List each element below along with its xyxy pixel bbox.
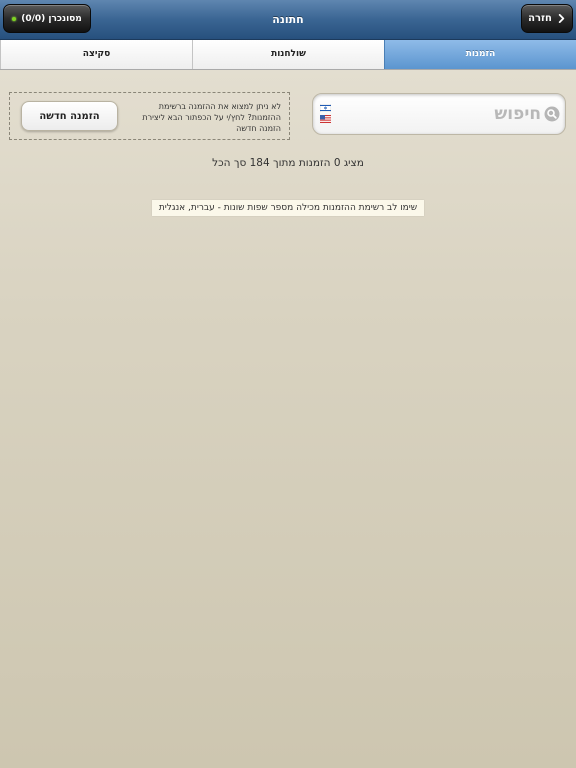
back-button-label: חזרה: [528, 13, 552, 24]
israel-flag-icon[interactable]: [320, 104, 331, 112]
language-note: שימו לב רשימת ההזמנות מכילה מספר שפות שו…: [151, 200, 425, 216]
search-box: [312, 93, 566, 135]
tab-tables[interactable]: שולחנות: [192, 40, 384, 69]
page-title: חתונה: [272, 13, 304, 26]
search-icon: [544, 106, 560, 122]
navigation-bar: מסונכרן (0/0) חתונה חזרה: [0, 0, 576, 40]
usa-flag-icon[interactable]: [320, 115, 331, 123]
tab-bar: הזמנות שולחנות סקיצה: [0, 40, 576, 70]
new-order-hint: לא ניתן למצוא את ההזמנה ברשימת ההזמנות? …: [142, 102, 281, 133]
search-input[interactable]: [391, 100, 541, 128]
tab-sketch[interactable]: סקיצה: [0, 40, 192, 69]
new-order-panel: לא ניתן למצוא את ההזמנה ברשימת ההזמנות? …: [9, 92, 290, 140]
new-order-button[interactable]: הזמנה חדשה: [21, 101, 118, 131]
tab-invitations[interactable]: הזמנות: [384, 40, 576, 69]
chevron-right-icon: [558, 14, 565, 23]
back-button[interactable]: חזרה: [521, 4, 573, 33]
results-count: מציג 0 הזמנות מתוך 184 סך הכל: [212, 157, 364, 169]
